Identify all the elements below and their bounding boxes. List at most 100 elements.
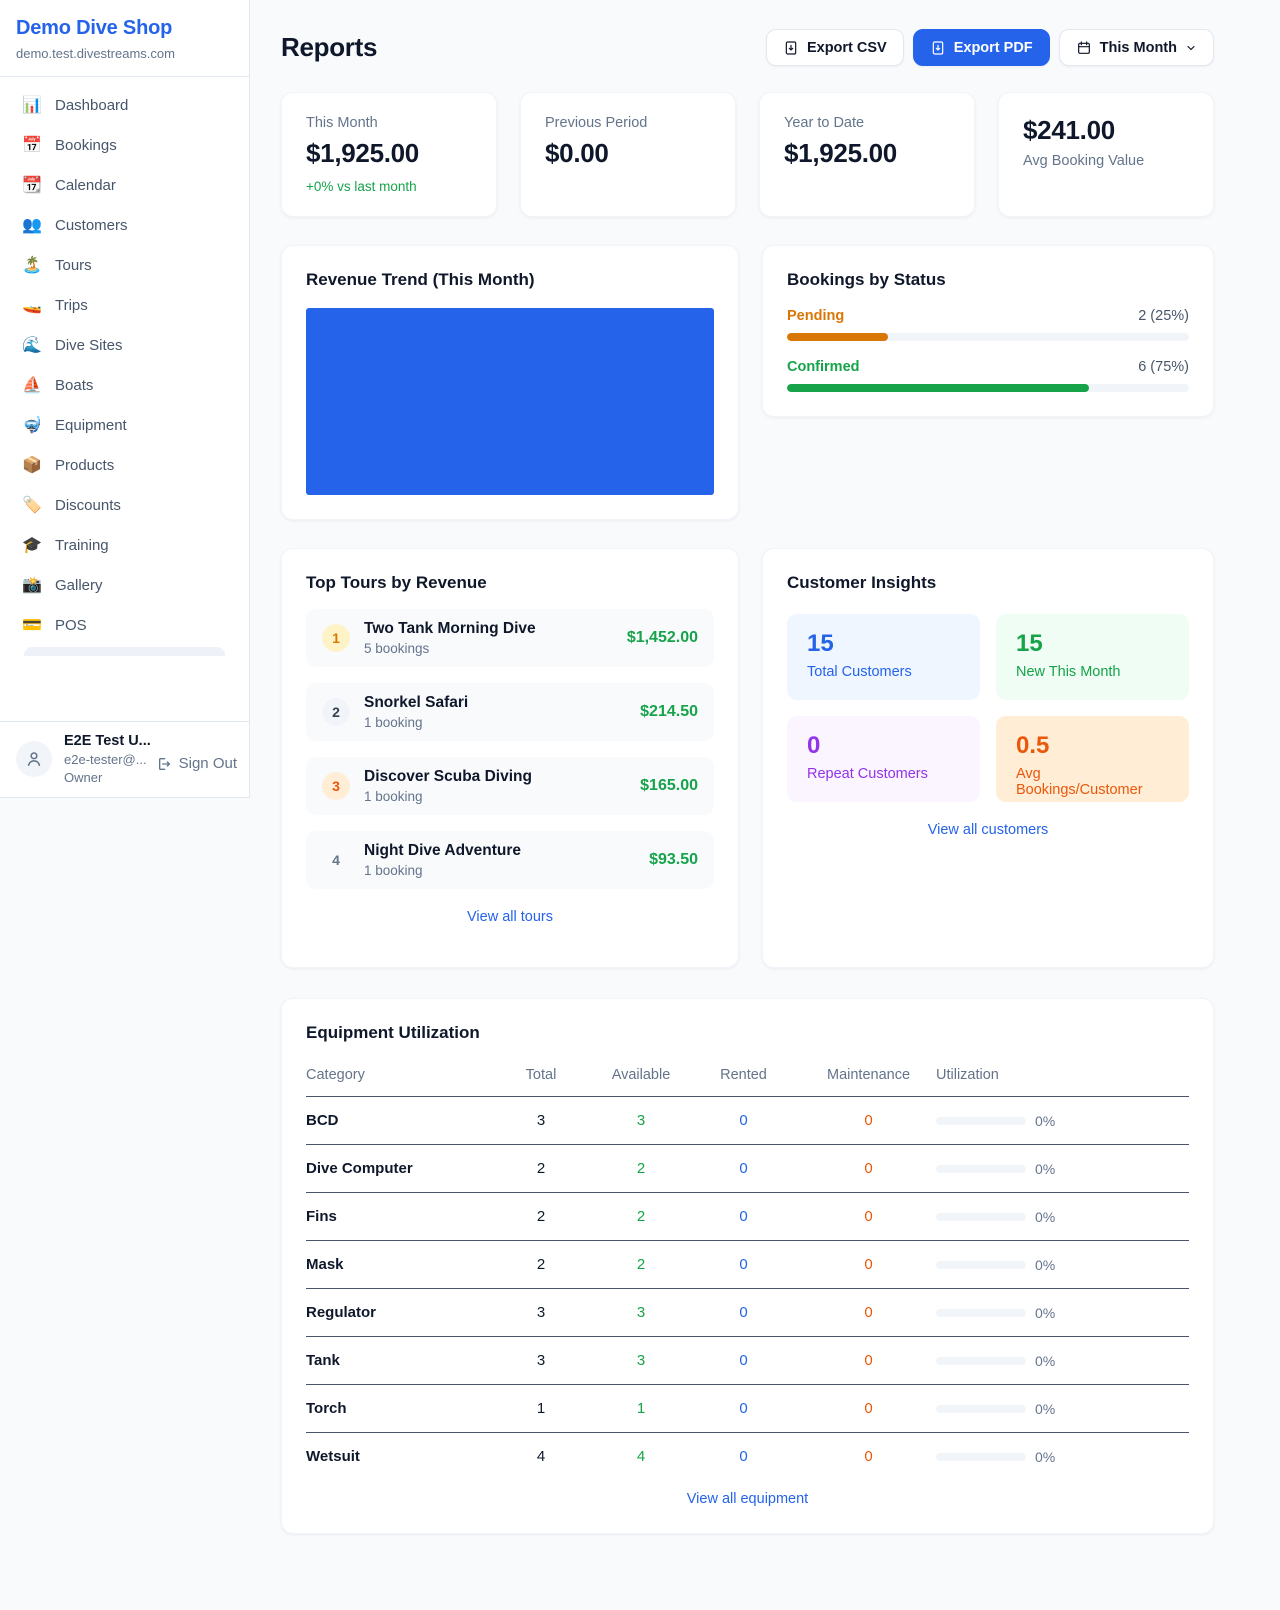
cell-category: Mask bbox=[306, 1241, 486, 1289]
insight-value: 15 bbox=[807, 630, 960, 658]
shop-name: Demo Dive Shop bbox=[16, 17, 233, 40]
sidebar-item-gallery[interactable]: 📸 Gallery bbox=[12, 567, 237, 604]
user-section: E2E Test U... e2e-tester@... Owner Sign … bbox=[0, 721, 249, 797]
logout-icon bbox=[156, 756, 172, 772]
insight-repeat-customers: 0 Repeat Customers bbox=[787, 716, 980, 802]
period-label: This Month bbox=[1100, 40, 1177, 56]
sidebar-item-boats[interactable]: ⛵ Boats bbox=[12, 367, 237, 404]
sidebar-item-bookings[interactable]: 📅 Bookings bbox=[12, 127, 237, 164]
sidebar-nav: 📊 Dashboard 📅 Bookings 📆 Calendar 👥 Cust… bbox=[0, 77, 249, 656]
tour-info: Snorkel Safari 1 booking bbox=[364, 694, 640, 730]
cell-available: 4 bbox=[596, 1433, 686, 1472]
status-label: Pending bbox=[787, 308, 844, 324]
sidebar-item-equipment[interactable]: 🤿 Equipment bbox=[12, 407, 237, 444]
table-row: Torch 1 1 0 0 0% bbox=[306, 1385, 1189, 1433]
calendar-icon: 📆 bbox=[22, 178, 42, 194]
tour-name: Snorkel Safari bbox=[364, 694, 640, 712]
cell-category: Tank bbox=[306, 1337, 486, 1385]
sign-out-label: Sign Out bbox=[179, 755, 237, 772]
sidebar-item-label: Training bbox=[55, 537, 109, 554]
page-header: Reports Export CSV Export PDF bbox=[281, 29, 1214, 66]
cell-category: Dive Computer bbox=[306, 1145, 486, 1193]
equipment-icon: 🤿 bbox=[22, 418, 42, 434]
table-row: Tank 3 3 0 0 0% bbox=[306, 1337, 1189, 1385]
sidebar-item-discounts[interactable]: 🏷️ Discounts bbox=[12, 487, 237, 524]
sidebar-item-tours[interactable]: 🏝️ Tours bbox=[12, 247, 237, 284]
table-row: Regulator 3 3 0 0 0% bbox=[306, 1289, 1189, 1337]
sidebar-item-dive-sites[interactable]: 🌊 Dive Sites bbox=[12, 327, 237, 364]
cell-utilization: 0% bbox=[936, 1193, 1189, 1241]
cell-total: 2 bbox=[486, 1145, 596, 1193]
sidebar: Demo Dive Shop demo.test.divestreams.com… bbox=[0, 0, 250, 798]
view-all-tours-link[interactable]: View all tours bbox=[306, 909, 714, 925]
boats-icon: ⛵ bbox=[22, 378, 42, 394]
view-all-customers-link[interactable]: View all customers bbox=[787, 822, 1189, 838]
sidebar-item-trips[interactable]: 🚤 Trips bbox=[12, 287, 237, 324]
rank-badge: 2 bbox=[322, 698, 350, 726]
charts-row: Revenue Trend (This Month) Bookings by S… bbox=[281, 245, 1214, 520]
stat-label: This Month bbox=[306, 115, 472, 131]
utilization-percent: 0% bbox=[1035, 1401, 1055, 1417]
customer-insights-title: Customer Insights bbox=[787, 573, 1189, 593]
tour-name: Two Tank Morning Dive bbox=[364, 620, 627, 638]
cell-available: 1 bbox=[596, 1385, 686, 1433]
cell-rented: 0 bbox=[686, 1145, 801, 1193]
person-icon bbox=[24, 749, 44, 769]
cell-utilization: 0% bbox=[936, 1289, 1189, 1337]
cell-total: 4 bbox=[486, 1433, 596, 1472]
stat-label: Previous Period bbox=[545, 115, 711, 131]
tour-row: 1 Two Tank Morning Dive 5 bookings $1,45… bbox=[306, 609, 714, 667]
cell-utilization: 0% bbox=[936, 1241, 1189, 1289]
utilization-percent: 0% bbox=[1035, 1257, 1055, 1273]
sidebar-item-calendar[interactable]: 📆 Calendar bbox=[12, 167, 237, 204]
sidebar-item-pos[interactable]: 💳 POS bbox=[12, 607, 237, 644]
insights-grid: 15 Total Customers 15 New This Month 0 R… bbox=[787, 614, 1189, 802]
bookings-icon: 📅 bbox=[22, 138, 42, 154]
cell-maintenance: 0 bbox=[801, 1289, 936, 1337]
top-tours-title: Top Tours by Revenue bbox=[306, 573, 714, 593]
status-count: 2 (25%) bbox=[1138, 308, 1189, 324]
cell-total: 2 bbox=[486, 1241, 596, 1289]
tour-amount: $1,452.00 bbox=[627, 629, 698, 647]
status-count: 6 (75%) bbox=[1138, 359, 1189, 375]
cell-maintenance: 0 bbox=[801, 1097, 936, 1145]
tour-row: 4 Night Dive Adventure 1 booking $93.50 bbox=[306, 831, 714, 889]
cell-category: Fins bbox=[306, 1193, 486, 1241]
sidebar-item-label: Products bbox=[55, 457, 114, 474]
insight-label: Avg Bookings/Customer bbox=[1016, 766, 1169, 798]
sidebar-item-products[interactable]: 📦 Products bbox=[12, 447, 237, 484]
sidebar-item-label: Tours bbox=[55, 257, 92, 274]
sidebar-item-label: Trips bbox=[55, 297, 88, 314]
status-bar-fill-confirmed bbox=[787, 384, 1089, 392]
period-select[interactable]: This Month bbox=[1059, 29, 1214, 66]
insight-label: Repeat Customers bbox=[807, 766, 960, 782]
cell-rented: 0 bbox=[686, 1337, 801, 1385]
insight-value: 0 bbox=[807, 732, 960, 760]
tour-bookings: 5 bookings bbox=[364, 641, 627, 656]
sidebar-active-item-partial[interactable] bbox=[24, 647, 225, 656]
utilization-percent: 0% bbox=[1035, 1113, 1055, 1129]
stat-value: $241.00 bbox=[1023, 115, 1189, 146]
cell-maintenance: 0 bbox=[801, 1433, 936, 1472]
export-csv-button[interactable]: Export CSV bbox=[766, 29, 904, 66]
stat-value: $0.00 bbox=[545, 138, 711, 169]
sidebar-item-customers[interactable]: 👥 Customers bbox=[12, 207, 237, 244]
customer-insights-card: Customer Insights 15 Total Customers 15 … bbox=[762, 548, 1214, 968]
sidebar-item-dashboard[interactable]: 📊 Dashboard bbox=[12, 87, 237, 124]
utilization-percent: 0% bbox=[1035, 1161, 1055, 1177]
export-pdf-button[interactable]: Export PDF bbox=[913, 29, 1050, 66]
file-download-icon bbox=[930, 40, 946, 56]
view-all-equipment-link[interactable]: View all equipment bbox=[306, 1491, 1189, 1507]
trips-icon: 🚤 bbox=[22, 298, 42, 314]
cell-rented: 0 bbox=[686, 1241, 801, 1289]
sidebar-item-label: Boats bbox=[55, 377, 93, 394]
cell-utilization: 0% bbox=[936, 1385, 1189, 1433]
file-download-icon bbox=[783, 40, 799, 56]
tour-bookings: 1 booking bbox=[364, 715, 640, 730]
revenue-trend-chart bbox=[306, 308, 714, 495]
sign-out-button[interactable]: Sign Out bbox=[156, 755, 237, 772]
sidebar-item-training[interactable]: 🎓 Training bbox=[12, 527, 237, 564]
status-bar-track bbox=[787, 384, 1189, 392]
cell-maintenance: 0 bbox=[801, 1385, 936, 1433]
tours-icon: 🏝️ bbox=[22, 258, 42, 274]
